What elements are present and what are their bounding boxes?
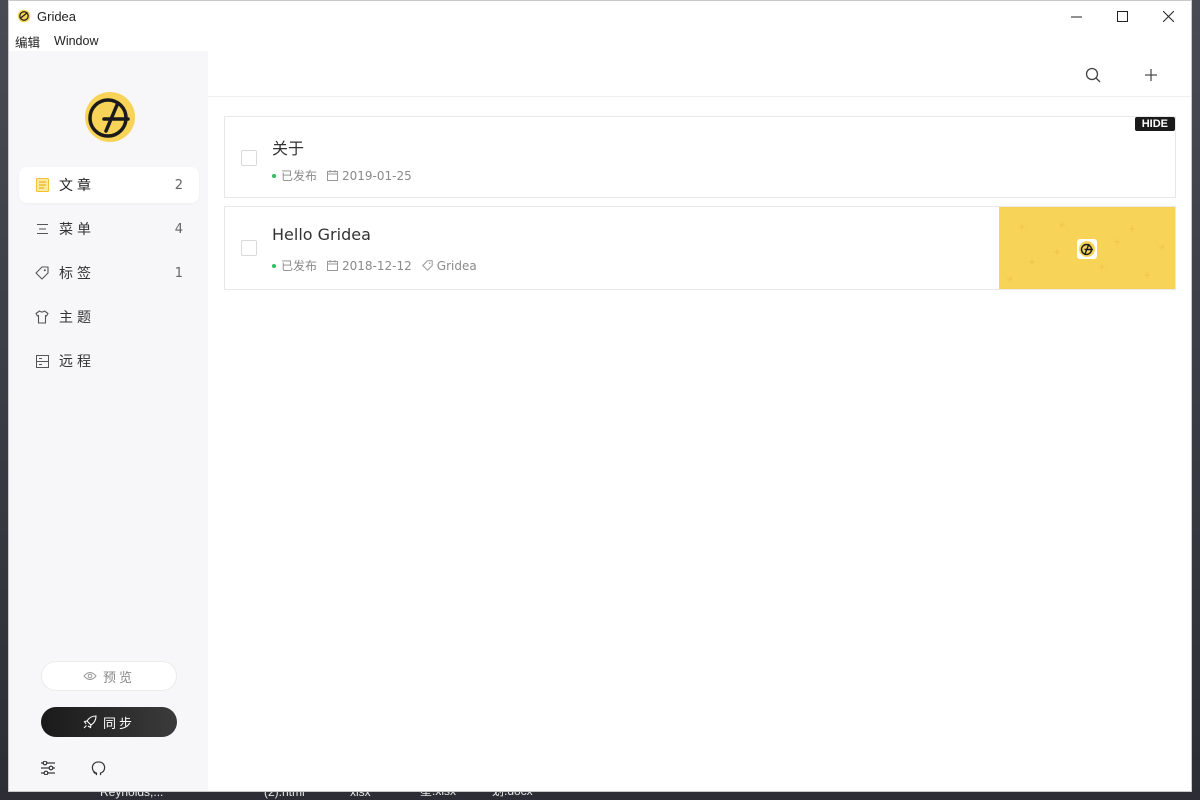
post-date-wrap: 2018-12-12: [327, 259, 412, 273]
rocket-icon: [83, 715, 97, 729]
post-tag-wrap: Gridea: [421, 258, 477, 273]
sidebar-item-count: 1: [174, 265, 183, 281]
menu-edit[interactable]: 编辑: [15, 32, 40, 51]
post-title[interactable]: 关于: [272, 135, 304, 159]
post-date: 2018-12-12: [342, 258, 412, 273]
sync-label: 同步: [102, 716, 135, 732]
gridea-logo: [85, 92, 135, 142]
remote-icon: [35, 354, 49, 368]
window-controls: [1053, 1, 1191, 31]
post-status: 已发布: [281, 169, 318, 183]
sidebar-item-label: 菜单: [59, 222, 95, 238]
post-tag: Gridea: [436, 258, 477, 273]
shirt-icon: [35, 310, 49, 324]
menu-icon: [35, 222, 49, 236]
minimize-icon: [1070, 16, 1082, 17]
sidebar-nav: 文章 2 菜单 4 标签 1 主题 远程: [19, 167, 199, 387]
sidebar-footer: [39, 759, 107, 777]
close-icon: [1162, 10, 1174, 22]
status-dot: [272, 263, 276, 268]
sync-button[interactable]: 同步: [41, 707, 177, 737]
preview-button[interactable]: 预览: [41, 661, 177, 691]
calendar-icon: [327, 260, 339, 271]
settings-sliders-icon[interactable]: [39, 759, 57, 777]
post-meta: 已发布 2019-01-25: [272, 167, 412, 184]
maximize-icon: [1116, 10, 1128, 22]
post-checkbox[interactable]: [241, 150, 257, 166]
post-date-wrap: 2019-01-25: [327, 169, 412, 183]
sidebar-item-label: 主题: [59, 310, 95, 326]
post-card[interactable]: 关于 已发布 2019-01-25 HIDE: [224, 116, 1176, 198]
sidebar-item-remote[interactable]: 远程: [19, 343, 199, 379]
post-feature-image: [999, 207, 1175, 289]
add-post-button[interactable]: [1141, 65, 1161, 85]
post-checkbox[interactable]: [241, 240, 257, 256]
sidebar-item-tags[interactable]: 标签 1: [19, 255, 199, 291]
calendar-icon: [327, 170, 339, 181]
main-toolbar: [208, 51, 1191, 97]
menu-window[interactable]: Window: [54, 34, 98, 48]
eye-icon: [83, 672, 97, 680]
app-window: Gridea 编辑 Window 文章 2 菜单 4 标签 1 主题 远程 预览…: [8, 0, 1192, 792]
sidebar-item-label: 文章: [59, 178, 95, 194]
status-dot: [272, 173, 276, 178]
feature-pattern: [1007, 222, 1165, 282]
post-title[interactable]: Hello Gridea: [272, 225, 371, 244]
article-icon: [35, 178, 49, 192]
hide-badge: HIDE: [1134, 117, 1175, 131]
post-status: 已发布: [281, 259, 318, 273]
plus-icon: [1145, 69, 1157, 81]
tag-icon: [35, 266, 49, 280]
post-date: 2019-01-25: [342, 168, 412, 183]
sidebar-item-label: 标签: [59, 266, 95, 282]
main-content: 关于 已发布 2019-01-25 HIDE Hello Gridea 已发布 …: [208, 51, 1191, 791]
sidebar: 文章 2 菜单 4 标签 1 主题 远程 预览 同步: [9, 51, 208, 791]
sidebar-item-theme[interactable]: 主题: [19, 299, 199, 335]
sidebar-item-count: 4: [174, 221, 183, 237]
window-title: Gridea: [37, 8, 77, 24]
title-bar[interactable]: Gridea: [9, 1, 1191, 31]
minimize-button[interactable]: [1053, 1, 1099, 31]
github-icon[interactable]: [89, 759, 107, 777]
sidebar-item-label: 远程: [59, 354, 95, 370]
post-meta: 已发布 2018-12-12 Gridea: [272, 257, 477, 274]
preview-label: 预览: [102, 670, 135, 686]
menu-bar: 编辑 Window: [9, 31, 1191, 51]
post-card[interactable]: Hello Gridea 已发布 2018-12-12 Gridea: [224, 206, 1176, 290]
sidebar-item-articles[interactable]: 文章 2: [19, 167, 199, 203]
close-button[interactable]: [1145, 1, 1191, 31]
sidebar-item-menu[interactable]: 菜单 4: [19, 211, 199, 247]
sidebar-item-count: 2: [174, 177, 183, 193]
search-icon: [1085, 67, 1101, 83]
maximize-button[interactable]: [1099, 1, 1145, 31]
gridea-logo-icon: [17, 9, 31, 23]
tag-icon: [421, 260, 433, 271]
search-button[interactable]: [1083, 65, 1103, 85]
